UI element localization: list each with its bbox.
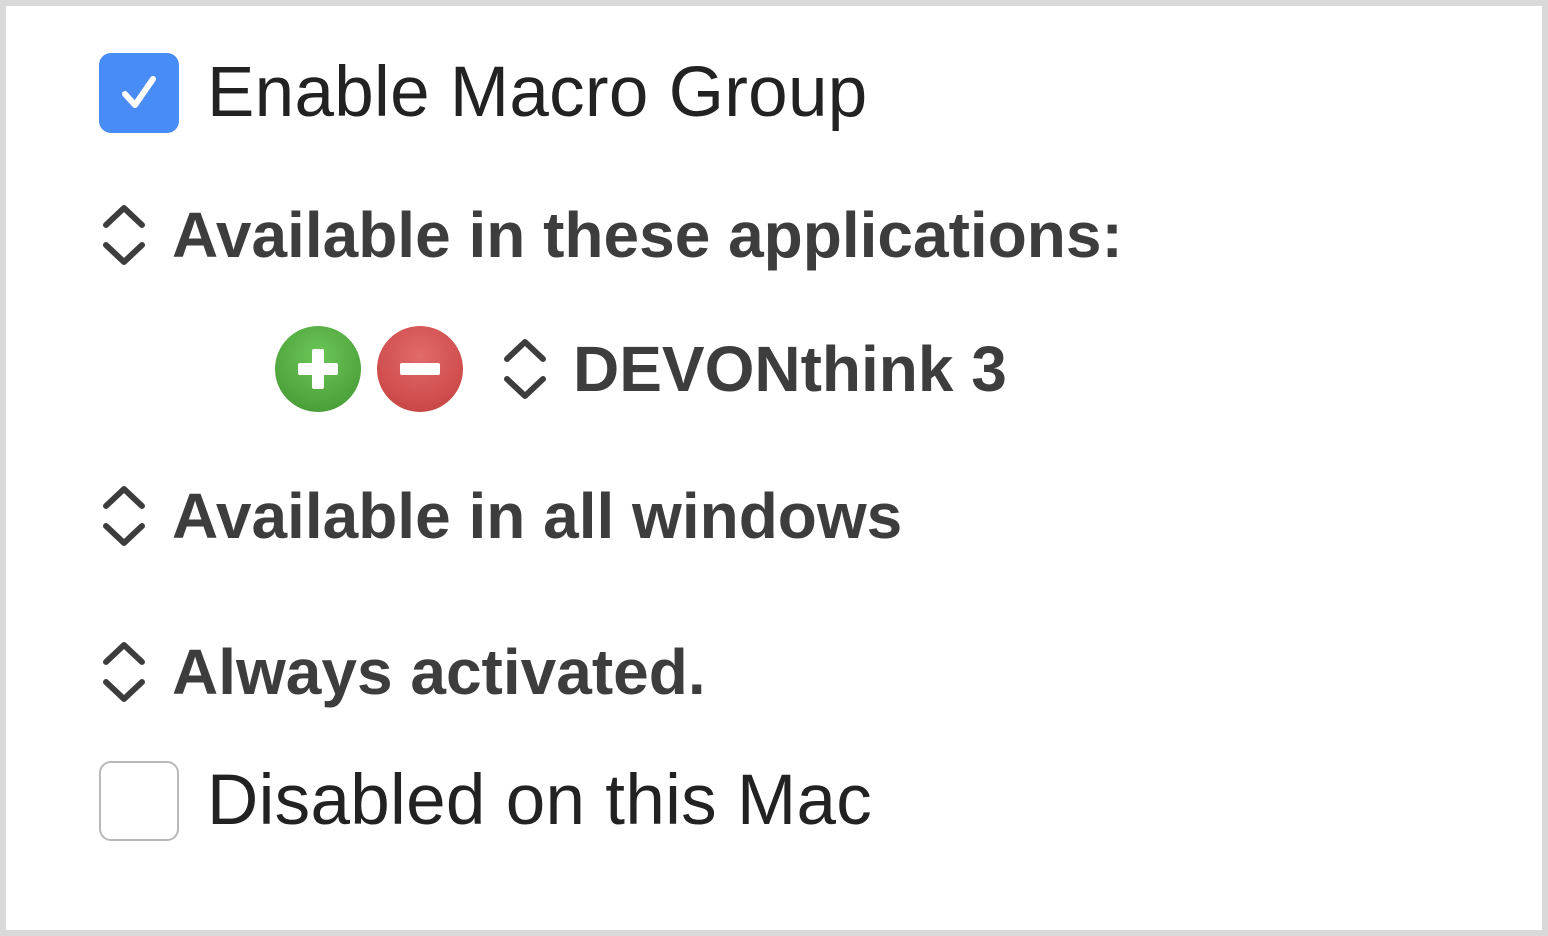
minus-icon [400,363,440,375]
disabled-on-this-mac-checkbox[interactable] [99,760,179,841]
applications-popup-label: Available in these applications: [172,199,1123,271]
updown-chevron-icon [98,200,150,270]
application-select[interactable]: DEVONthink 3 [499,332,1007,406]
updown-chevron-icon [98,481,150,551]
plus-icon [298,349,338,389]
applications-popup[interactable]: Available in these applications: [98,198,1123,272]
windows-popup-label: Available in all windows [172,480,903,552]
enable-macro-group-label: Enable Macro Group [207,53,868,132]
disabled-on-this-mac-row[interactable]: Disabled on this Mac [99,760,872,841]
remove-application-button[interactable] [377,326,463,412]
updown-chevron-icon [98,637,150,707]
disabled-on-this-mac-label: Disabled on this Mac [207,761,873,840]
enable-macro-group-row[interactable]: Enable Macro Group [99,52,868,133]
checkmark-icon [122,75,156,108]
enable-macro-group-checkbox[interactable] [99,52,179,133]
application-name: DEVONthink 3 [573,333,1007,405]
add-application-button[interactable] [275,326,361,412]
macro-group-settings-panel: Enable Macro Group Available in these ap… [6,6,1542,930]
windows-popup[interactable]: Available in all windows [98,479,902,553]
application-row: DEVONthink 3 [275,326,1007,412]
activation-popup-label: Always activated. [172,636,706,708]
activation-popup[interactable]: Always activated. [98,635,706,709]
updown-chevron-icon [499,334,551,404]
